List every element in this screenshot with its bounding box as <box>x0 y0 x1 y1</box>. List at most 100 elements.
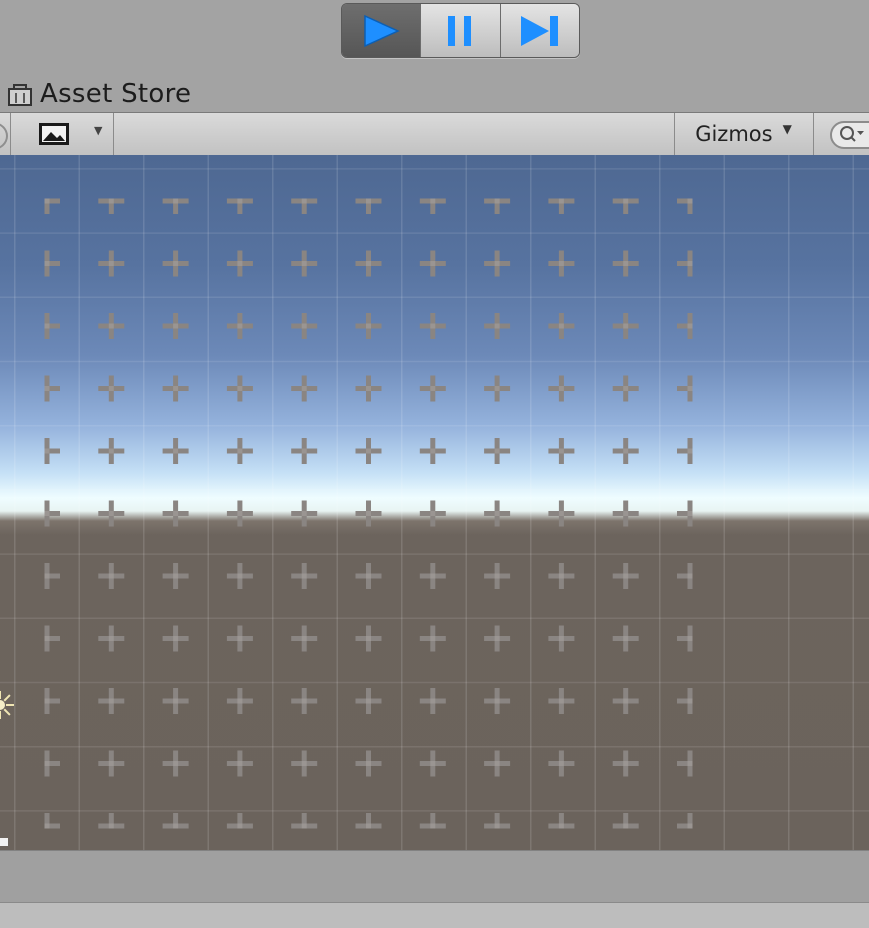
tile-marker <box>355 625 382 652</box>
tile-marker <box>162 500 189 527</box>
tile-marker <box>291 375 318 402</box>
tile-marker <box>548 438 575 464</box>
tile-marker <box>162 198 189 214</box>
chevron-down-icon: ▼ <box>782 122 792 136</box>
tile-marker <box>612 438 639 464</box>
tile-marker <box>162 250 189 277</box>
tile-marker <box>162 813 189 829</box>
tile-marker <box>98 313 125 339</box>
tile-marker <box>677 563 693 589</box>
tile-marker <box>355 313 382 339</box>
tile-marker <box>44 563 60 589</box>
tile-marker <box>291 438 318 464</box>
tile-marker <box>355 198 382 214</box>
tile-marker <box>677 625 693 652</box>
tile-marker <box>548 313 575 339</box>
tile-marker <box>355 500 382 527</box>
tile-marker <box>44 625 60 652</box>
tile-marker <box>98 375 125 402</box>
tile-marker <box>548 375 575 402</box>
tile-marker <box>44 688 60 714</box>
tile-marker <box>355 813 382 829</box>
tile-marker <box>484 375 511 402</box>
step-button[interactable] <box>499 4 579 57</box>
gizmos-dropdown[interactable]: Gizmos ▼ <box>674 113 813 155</box>
tile-marker <box>484 563 511 589</box>
tile-marker <box>548 250 575 277</box>
tile-marker <box>44 375 60 402</box>
tile-marker <box>677 750 693 777</box>
tile-marker <box>44 198 60 214</box>
tile-marker <box>226 250 253 277</box>
tile-marker <box>291 750 318 777</box>
tile-marker <box>44 250 60 277</box>
play-button[interactable] <box>342 4 421 57</box>
tile-marker <box>612 688 639 714</box>
tile-marker <box>419 313 446 339</box>
tile-marker <box>548 198 575 214</box>
tile-marker <box>548 813 575 829</box>
tab-asset-store[interactable]: Asset Store <box>6 78 191 110</box>
tile-marker <box>355 563 382 589</box>
tile-marker <box>548 625 575 652</box>
pause-button[interactable] <box>420 4 500 57</box>
search-input[interactable] <box>830 121 869 149</box>
tile-marker <box>677 813 693 829</box>
tile-marker <box>419 375 446 402</box>
tile-marker <box>419 750 446 777</box>
tile-marker <box>162 563 189 589</box>
tile-marker <box>677 375 693 402</box>
tile-marker <box>612 563 639 589</box>
tile-marker <box>98 500 125 527</box>
tile-marker <box>162 688 189 714</box>
tile-marker <box>44 813 60 829</box>
tile-marker <box>226 500 253 527</box>
tile-marker <box>484 250 511 277</box>
tile-marker <box>548 750 575 777</box>
tab-label: Asset Store <box>40 79 192 109</box>
tile-marker <box>677 313 693 339</box>
tile-marker <box>419 688 446 714</box>
tile-marker <box>612 250 639 277</box>
toolbar-divider <box>813 113 814 155</box>
search-icon <box>840 126 864 142</box>
tile-marker <box>226 750 253 777</box>
tile-marker <box>612 813 639 829</box>
tile-marker <box>44 438 60 464</box>
tile-marker <box>484 813 511 829</box>
tile-marker <box>162 313 189 339</box>
shopping-bag-icon <box>8 84 32 106</box>
play-icon <box>364 14 400 47</box>
scene-view[interactable] <box>0 155 869 850</box>
tile-marker <box>44 750 60 777</box>
pause-icon <box>448 15 472 46</box>
image-icon <box>39 123 69 145</box>
tile-marker <box>419 500 446 527</box>
tile-marker <box>548 688 575 714</box>
tile-marker <box>419 813 446 829</box>
scene-toolbar: ▼ Gizmos ▼ <box>0 112 869 156</box>
tile-marker <box>226 438 253 464</box>
tile-marker <box>162 375 189 402</box>
render-mode-dropdown[interactable]: ▼ <box>38 120 112 148</box>
tile-marker <box>484 438 511 464</box>
tile-marker <box>98 813 125 829</box>
tile-marker <box>484 198 511 214</box>
tile-marker <box>677 688 693 714</box>
tile-marker <box>291 563 318 589</box>
tile-marker <box>484 750 511 777</box>
sun-icon[interactable] <box>0 691 14 719</box>
scene-option-toggle[interactable] <box>0 122 8 150</box>
resize-handle[interactable] <box>0 838 8 846</box>
tile-marker <box>612 313 639 339</box>
tile-marker <box>612 198 639 214</box>
tile-marker <box>548 500 575 527</box>
tile-marker <box>548 563 575 589</box>
tile-marker <box>355 750 382 777</box>
lower-panel-header <box>0 902 869 928</box>
tile-marker <box>419 198 446 214</box>
tile-marker <box>677 500 693 527</box>
tile-marker <box>291 625 318 652</box>
tile-marker <box>98 688 125 714</box>
tile-marker <box>226 375 253 402</box>
